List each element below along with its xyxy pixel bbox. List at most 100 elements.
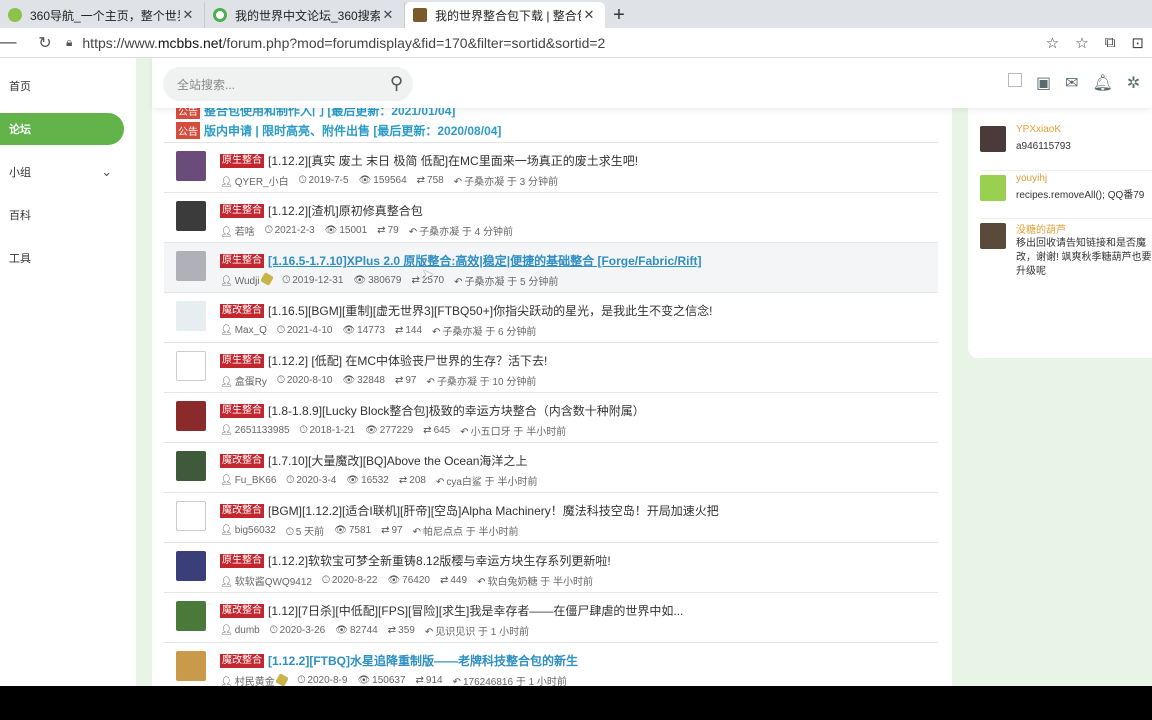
collections-icon[interactable]: ⧉ [1105,34,1116,51]
thread-type-tag[interactable]: 原生整合 [220,553,264,568]
last-reply-text[interactable]: 子桑亦凝 于 5 分钟前 [465,277,559,288]
last-reply[interactable]: ↶ 帕尼点点 于 半小时前 [413,523,519,538]
author-name[interactable]: 盒蛋Ry [235,377,267,388]
search-icon[interactable]: ⚲ [390,73,403,94]
thread-row[interactable]: 原生整合 [1.16.5-1.7.10]XPlus 2.0 原版整合:高效|稳定|… [164,242,938,292]
chevron-down-icon[interactable]: ⌄ [101,164,112,180]
thread-row[interactable]: 原生整合 [1.12.2][渣机]原初修真整合包 👤︎ 若啥 🕓︎ 2021-2-3 👁︎ 1… [164,192,938,242]
author[interactable]: 👤︎ big56032 [220,525,276,536]
browser-tab-active[interactable]: 我的世界整合包下载 | 整合包发布 ✕ [405,2,605,28]
last-reply-text[interactable]: 子桑亦凝 于 6 分钟前 [442,327,536,338]
author[interactable]: 👤︎ Max_Q [220,325,267,336]
thread-type-tag[interactable]: 魔改整合 [220,503,264,518]
last-reply[interactable]: ↶ 子桑亦凝 于 6 分钟前 [432,323,536,338]
author[interactable]: 👤︎ 若啥 [220,223,255,238]
last-reply-text[interactable]: 176246816 于 1 小时前 [463,677,567,686]
last-reply[interactable]: ↶ 子桑亦凝 于 5 分钟前 [454,273,558,288]
last-reply[interactable]: ↶ cya白鲨 于 半小时前 [436,473,538,488]
author-name[interactable]: 村民黄金 [235,677,275,686]
author[interactable]: 👤︎ Wudji [220,272,275,287]
author-avatar[interactable] [176,251,206,281]
author-avatar[interactable] [176,201,206,231]
thread-row[interactable]: 原生整合 [1.12.2]软软宝可梦全新重铸8.12版樱与幸运方块生存系列更新啦!… [164,542,938,592]
author-name[interactable]: Wudji [235,276,260,287]
author-name[interactable]: Fu_BK66 [235,475,277,486]
url-field[interactable]: 🔒︎ https://www. mcbbs.net/forum.php?mod=f… [60,31,1046,55]
author-name[interactable]: QYER_小白 [235,177,289,188]
thread-type-tag[interactable]: 魔改整合 [220,303,264,318]
thread-row[interactable]: 原生整合 [1.12.2][真实 废土 末日 极简 低配]在MC里面来一场真正的废… [164,142,938,192]
last-reply-text[interactable]: 帕尼点点 于 半小时前 [423,527,519,538]
author-name[interactable]: big56032 [235,525,276,536]
author[interactable]: 👤︎ 盒蛋Ry [220,373,267,388]
thread-title[interactable]: [1.12.2][渣机]原初修真整合包 [268,202,423,219]
nav-item-forum[interactable]: 论坛 [0,113,124,145]
last-reply[interactable]: ↶ 见识见识 于 1 小时前 [425,623,529,638]
thread-row[interactable]: 魔改整合 [1.7.10][大量魔改][BQ]Above the Ocean海洋之… [164,442,938,492]
thread-title[interactable]: [BGM][1.12.2][适合I联机][肝帝][空岛]Alpha Machin… [268,502,719,519]
author[interactable]: 👤︎ dumb [220,625,260,636]
thread-title[interactable]: [1.8-1.8.9][Lucky Block整合包]极致的幸运方块整合（内含数… [268,402,645,419]
user-name[interactable]: 没糖的葫芦 [1016,221,1066,236]
new-tab-button[interactable]: + [605,2,633,28]
thread-title[interactable]: [1.12.2][FTBQ]水星追降重制版——老牌科技整合包的新生 [268,652,578,669]
notice-item[interactable]: 公告 版内申请 | 限时高亮、附件出售 [最后更新：2020/08/04] [176,120,936,140]
mail-icon[interactable]: ✉ [1065,73,1078,93]
author-avatar[interactable] [176,501,206,531]
thread-row[interactable]: 魔改整合 [1.16.5][BGM][重制][虚无世界3][FTBQ50+]你指尖… [164,292,938,342]
bell-icon[interactable]: 🔔︎ [1093,73,1113,93]
thread-title[interactable]: [1.7.10][大量魔改][BQ]Above the Ocean海洋之上 [268,452,527,469]
browser-tab[interactable]: 360导航_一个主页，整个世界 ✕ [0,2,205,28]
thread-row[interactable]: 魔改整合 [1.12][7日杀][中低配][FPS][冒险][求生]我是幸存者——… [164,592,938,642]
author-name[interactable]: Max_Q [235,325,267,336]
user-name[interactable]: YPXxiaoK [1016,124,1061,135]
refresh-icon[interactable]: ↻ [30,29,60,57]
settings-icon[interactable]: ✲ [1127,73,1140,93]
author-avatar[interactable] [176,301,206,331]
user-avatar[interactable] [980,223,1006,249]
thread-title[interactable]: [1.12][7日杀][中低配][FPS][冒险][求生]我是幸存者——在僵尸肆… [268,602,683,619]
thread-title[interactable]: [1.16.5][BGM][重制][虚无世界3][FTBQ50+]你指尖跃动的星… [268,302,712,319]
close-tab-icon[interactable]: ✕ [380,7,396,23]
author-avatar[interactable] [176,401,206,431]
nav-item-home[interactable]: 首页 [0,70,124,102]
activity-item[interactable]: 没糖的葫芦 移出回收请告知链接和是否魔 改，谢谢! 飒爽秋季糖葫芦也要 升级呢 [980,218,1152,278]
last-reply-text[interactable]: 见识见识 于 1 小时前 [435,627,529,638]
last-reply-text[interactable]: 小五口牙 于 半小时前 [471,427,567,438]
author[interactable]: 👤︎ 村民黄金 [220,673,290,686]
user-name[interactable]: youyihj [1016,173,1047,184]
author-avatar[interactable] [176,151,206,181]
nav-item-wiki[interactable]: 百科 [0,199,124,231]
thread-type-tag[interactable]: 原生整合 [220,403,264,418]
last-reply[interactable]: ↶ 子桑亦凝 于 3 分钟前 [454,173,558,188]
thread-type-tag[interactable]: 原生整合 [220,203,264,218]
author-avatar[interactable] [176,351,206,381]
last-reply-text[interactable]: 软白兔奶糖 于 半小时前 [487,577,593,588]
author-name[interactable]: dumb [235,625,260,636]
author-name[interactable]: 若啥 [235,227,255,238]
author[interactable]: 👤︎ Fu_BK66 [220,475,276,486]
broken-image-icon[interactable] [1008,73,1022,87]
nav-item-tools[interactable]: 工具 [0,242,124,274]
thread-type-tag[interactable]: 原生整合 [220,153,264,168]
last-reply[interactable]: ↶ 子桑亦凝 于 4 分钟前 [409,223,513,238]
author-avatar[interactable] [176,651,206,681]
thread-type-tag[interactable]: 魔改整合 [220,453,264,468]
package-icon[interactable]: ▣ [1036,73,1051,93]
thread-type-tag[interactable]: 魔改整合 [220,653,264,668]
thread-row[interactable]: 魔改整合 [1.12.2][FTBQ]水星追降重制版——老牌科技整合包的新生 👤︎ 村… [164,642,938,686]
search-input[interactable]: 全站搜索... ⚲ [163,67,413,101]
last-reply[interactable]: ↶ 小五口牙 于 半小时前 [460,423,566,438]
last-reply[interactable]: ↶ 软白兔奶糖 于 半小时前 [477,573,593,588]
back-arrow-icon[interactable]: ⟵ [0,29,17,57]
thread-row[interactable]: 原生整合 [1.12.2] [低配] 在MC中体验丧尸世界的生存？活下去! 👤︎ 盒蛋… [164,342,938,392]
last-reply-text[interactable]: 子桑亦凝 于 4 分钟前 [419,227,513,238]
author-name[interactable]: 软软酱QWQ9412 [235,577,312,588]
notice-text[interactable]: 版内申请 | 限时高亮、附件出售 [最后更新：2020/08/04] [204,122,501,139]
author-avatar[interactable] [176,551,206,581]
extensions-icon[interactable]: ⊡ [1131,34,1144,52]
close-tab-icon[interactable]: ✕ [180,7,196,23]
last-reply-text[interactable]: 子桑亦凝 于 10 分钟前 [437,377,536,388]
activity-item[interactable]: YPXxiaoK a946115793 [980,122,1152,166]
thread-title[interactable]: [1.12.2][真实 废土 末日 极简 低配]在MC里面来一场真正的废土求生吧… [268,152,638,169]
